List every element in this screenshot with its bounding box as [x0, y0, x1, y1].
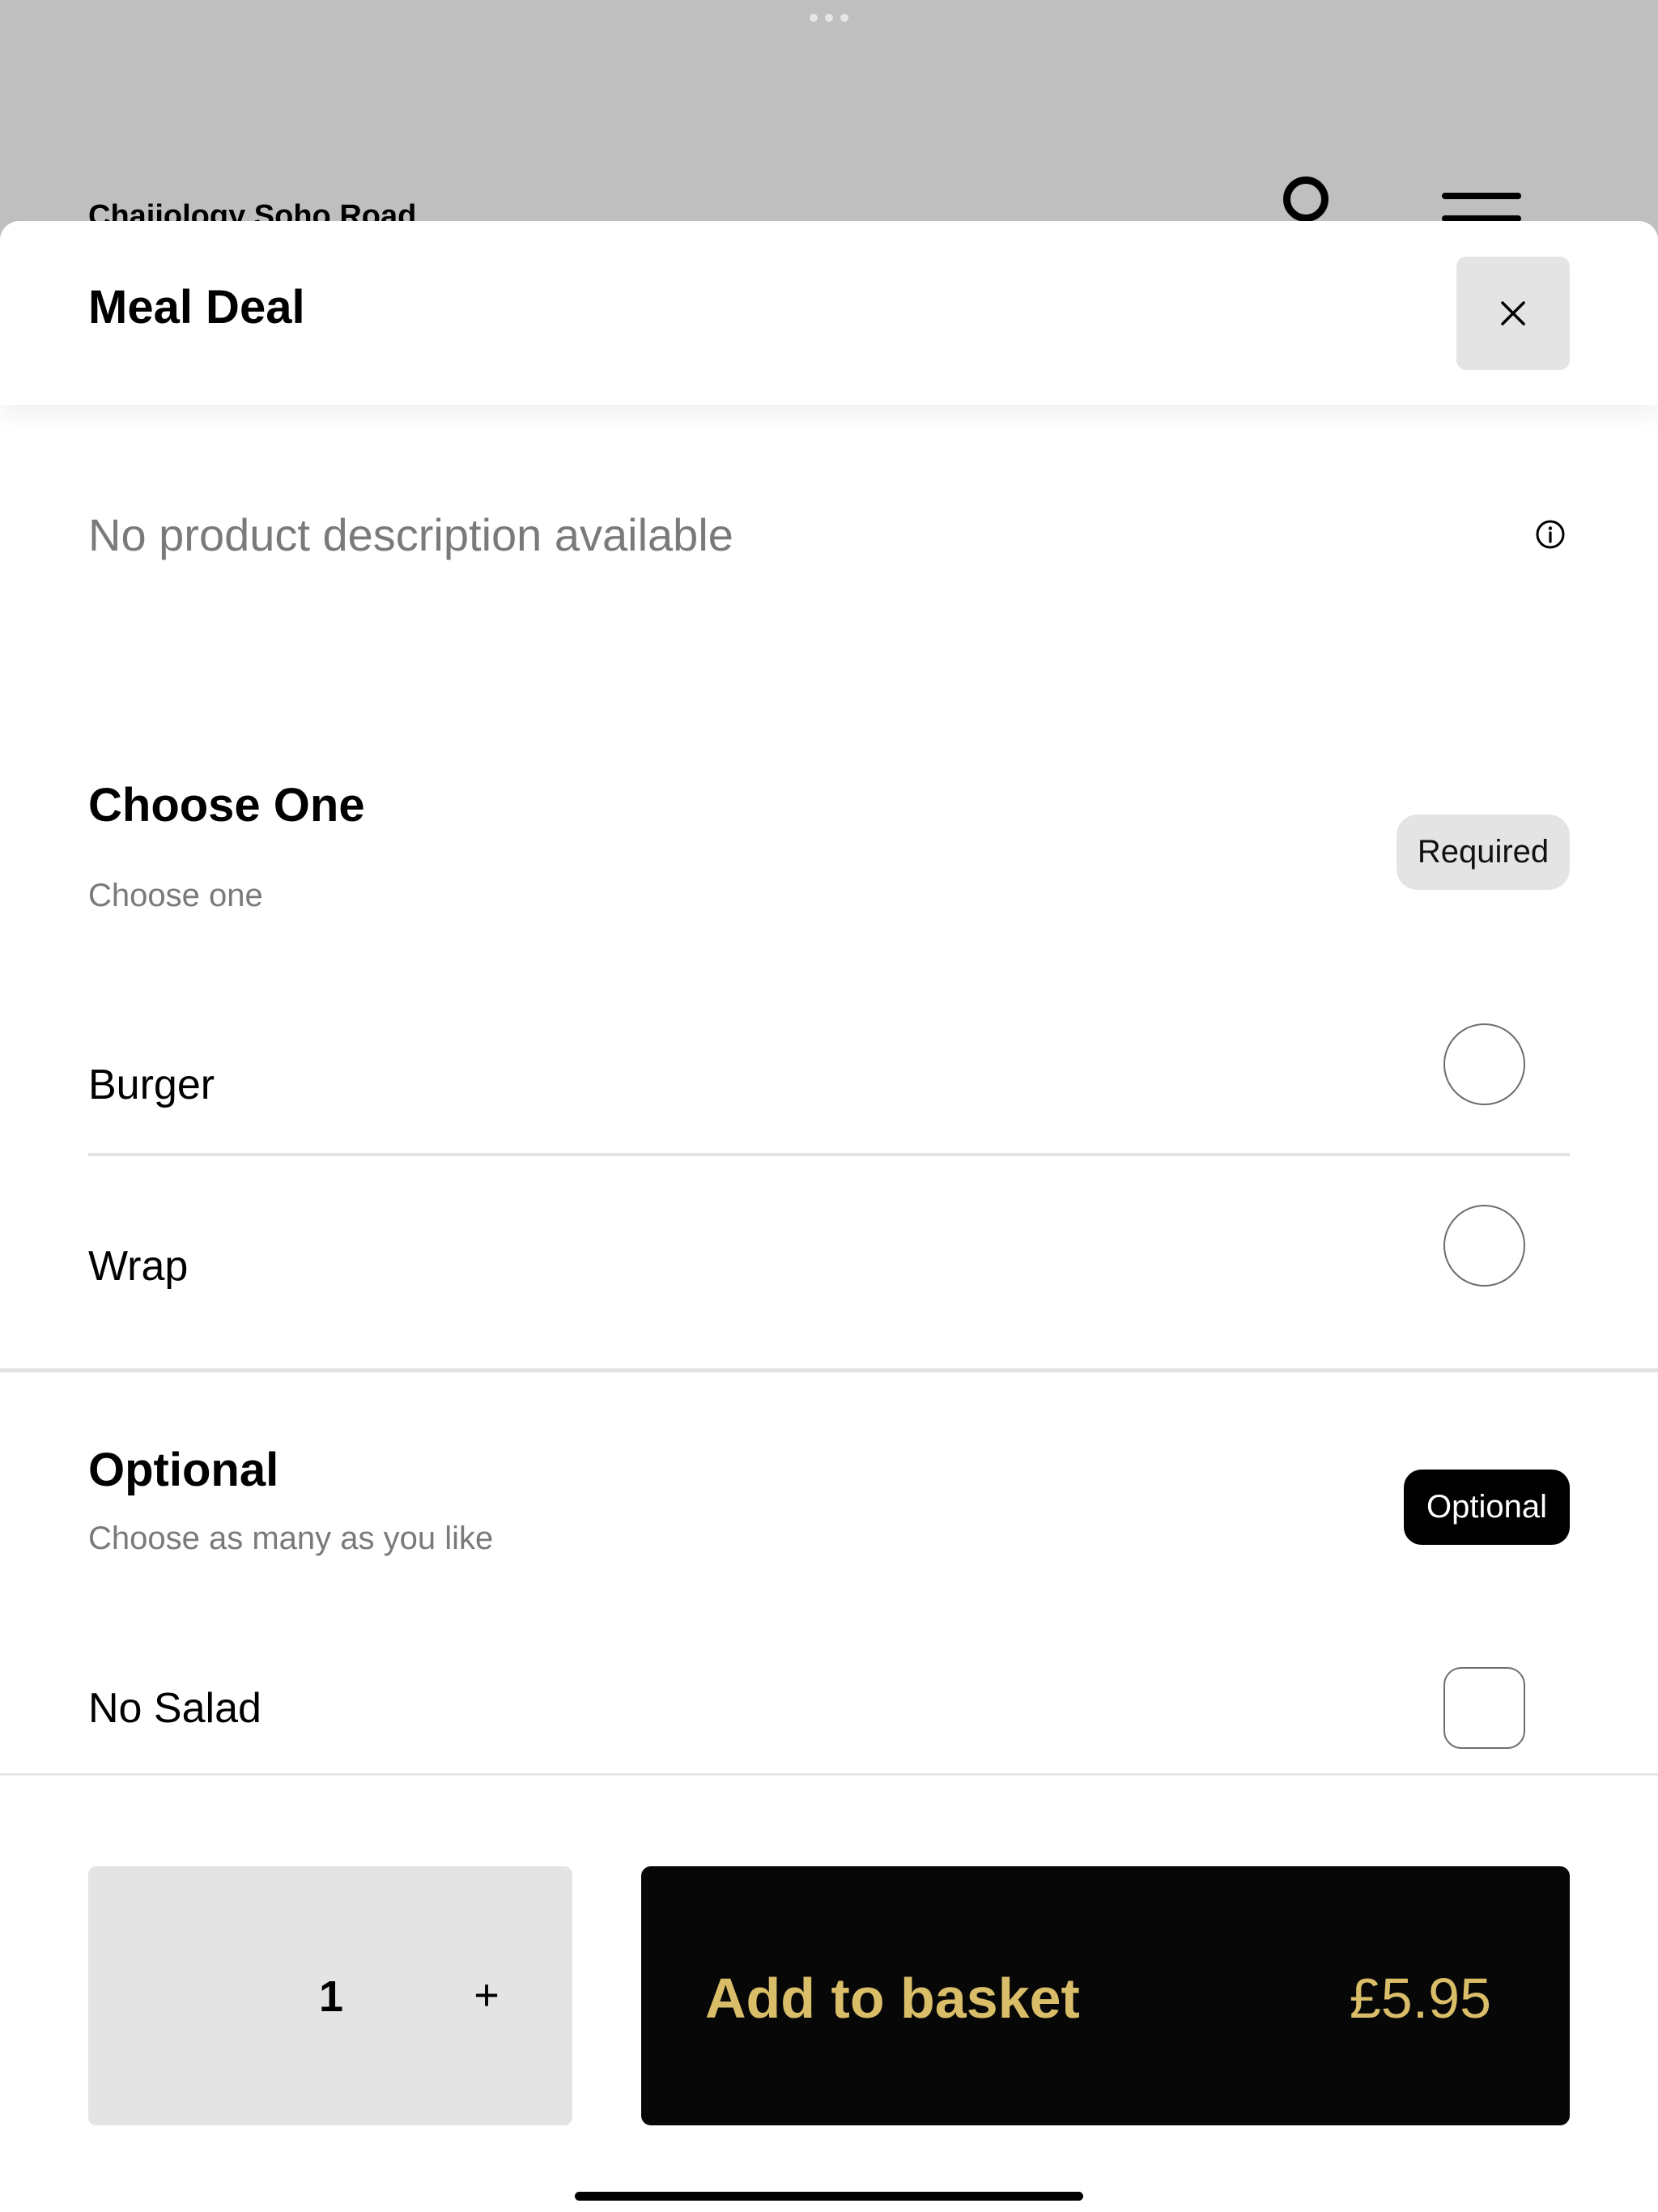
sheet-header: Meal Deal — [0, 221, 1658, 405]
optional-badge: Optional — [1404, 1470, 1570, 1545]
footer-bar: 1 + Add to basket £5.95 — [0, 1773, 1658, 2212]
close-button[interactable] — [1456, 257, 1570, 370]
product-description: No product description available — [88, 509, 733, 560]
multitasking-dots[interactable] — [810, 14, 848, 23]
home-indicator[interactable] — [575, 2192, 1083, 2201]
add-to-basket-button[interactable]: Add to basket £5.95 — [641, 1866, 1570, 2125]
quantity-value: 1 — [318, 1972, 344, 2021]
increase-quantity-button[interactable]: + — [462, 1973, 511, 2017]
radio-wrap[interactable] — [1443, 1205, 1525, 1287]
sheet-title: Meal Deal — [88, 281, 305, 334]
radio-burger[interactable] — [1443, 1023, 1525, 1105]
close-icon — [1501, 301, 1525, 325]
option-label-burger[interactable]: Burger — [88, 1064, 215, 1106]
quantity-stepper[interactable]: 1 + — [88, 1866, 572, 2125]
option-label-no-salad[interactable]: No Salad — [88, 1687, 261, 1729]
option-divider — [88, 1153, 1570, 1156]
price-label: £5.95 — [1349, 1967, 1491, 2030]
section-subtitle-optional: Choose as many as you like — [88, 1521, 494, 1556]
menu-icon[interactable] — [1442, 193, 1521, 225]
section-title-choose-one: Choose One — [88, 779, 365, 832]
checkbox-no-salad[interactable] — [1443, 1667, 1525, 1749]
section-subtitle-choose-one: Choose one — [88, 878, 263, 913]
required-badge: Required — [1397, 815, 1570, 890]
option-label-wrap[interactable]: Wrap — [88, 1245, 188, 1287]
add-to-basket-label: Add to basket — [705, 1967, 1080, 2030]
search-icon[interactable] — [1283, 177, 1329, 222]
info-icon[interactable] — [1534, 518, 1567, 551]
section-title-optional: Optional — [88, 1444, 279, 1496]
section-divider — [0, 1368, 1658, 1372]
